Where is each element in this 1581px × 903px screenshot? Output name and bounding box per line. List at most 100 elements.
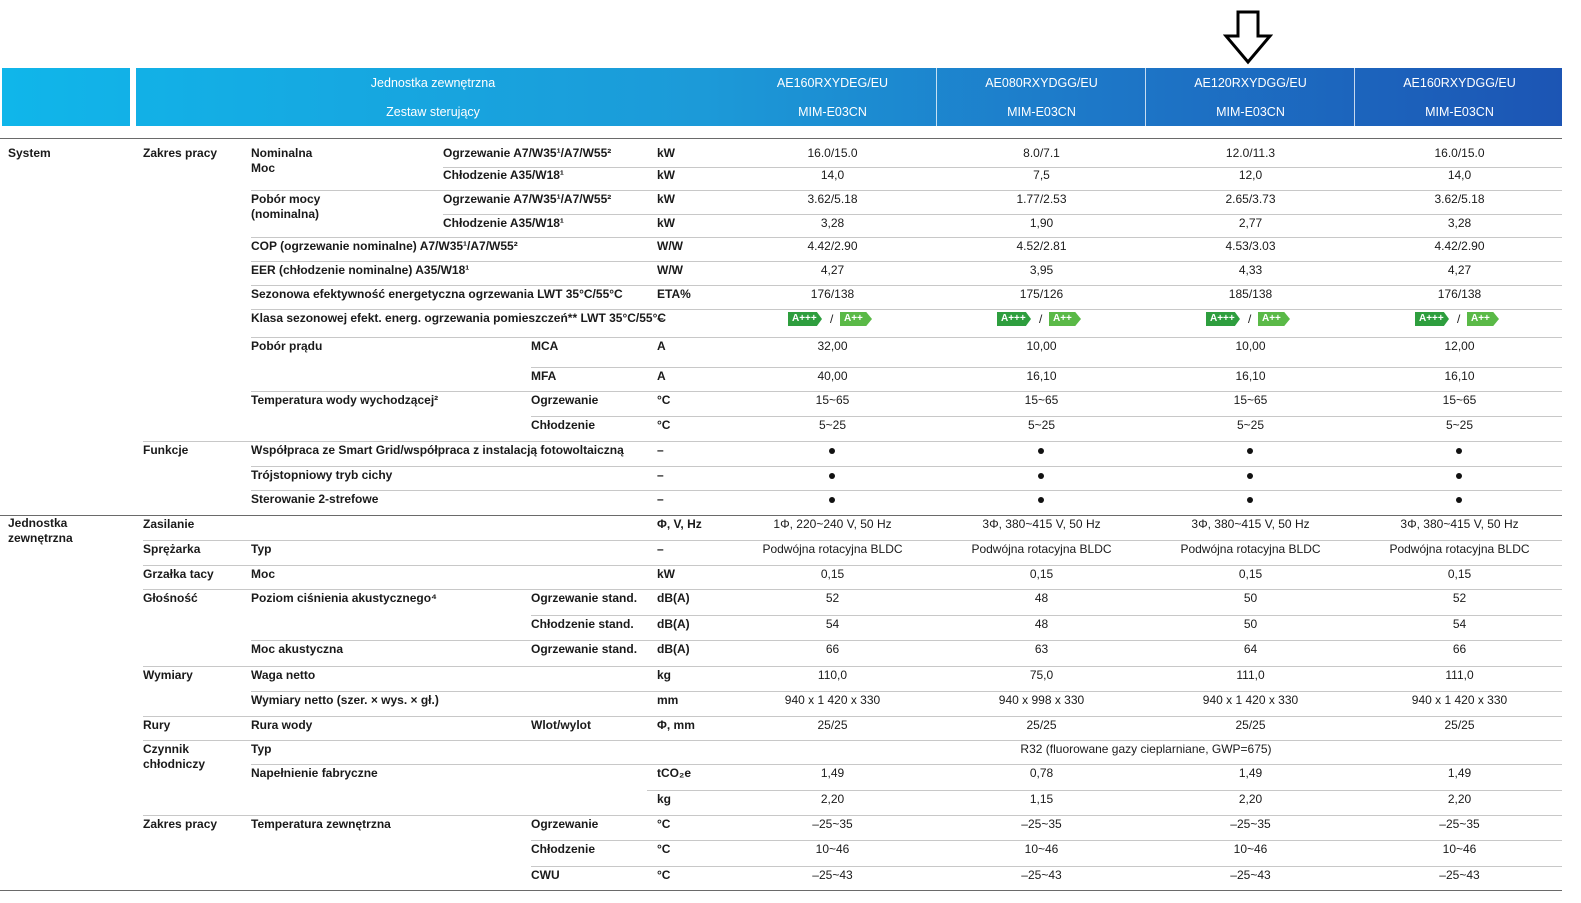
row-divider [531, 367, 1562, 368]
row-c3-label: Poziom ciśnienia akustycznego⁴ [251, 591, 437, 605]
table-cell: 10,00 [1026, 339, 1057, 353]
row-c2-label: Rury [143, 718, 171, 732]
table-cell: 1Φ, 220~240 V, 50 Hz [773, 517, 892, 531]
row-c3-label: Napełnienie fabryczne [251, 766, 378, 780]
row-c2-label: Funkcje [143, 443, 189, 457]
table-cell: 3Φ, 380~415 V, 50 Hz [1191, 517, 1310, 531]
table-cell: 0,78 [1029, 766, 1054, 780]
row-c2-label: Czynnik [143, 742, 190, 756]
row-c3b-label: (nominalna) [251, 207, 319, 221]
row-unit-label: kW [657, 567, 675, 581]
row-c4-label: Chłodzenie A35/W18¹ [443, 168, 564, 182]
table-cell: Podwójna rotacyjna BLDC [1389, 542, 1530, 556]
energy-class-a2-badge: A++ [1258, 312, 1290, 326]
outdoor-unit-label: Jednostka zewnętrzna [370, 76, 496, 90]
table-cell: 1,90 [1029, 216, 1054, 230]
table-cell: 3.62/5.18 [1434, 192, 1485, 206]
row-c3-label: Klasa sezonowej efekt. energ. ogrzewania… [251, 311, 667, 325]
table-cell: 75,0 [1029, 668, 1054, 682]
row-c2-label: Wymiary [143, 668, 193, 682]
row-unit-label: tCO₂e [657, 766, 692, 780]
row-divider [251, 490, 1562, 491]
row-unit-label: A [657, 369, 666, 383]
table-cell: 175/126 [1019, 287, 1064, 301]
table-cell: 7,5 [1033, 168, 1050, 182]
group-system: System [8, 146, 51, 160]
row-c2-label: Sprężarka [143, 542, 201, 556]
row-c3-label: Pobór mocy [251, 192, 321, 206]
table-cell: 4.42/2.90 [807, 239, 858, 253]
table-cell: 2.65/3.73 [1225, 192, 1276, 206]
row-divider [251, 640, 1562, 641]
table-cell: 15~65 [1024, 393, 1059, 407]
row-unit-label: kW [657, 146, 675, 160]
row-divider [143, 716, 1562, 717]
row-divider [251, 285, 1562, 286]
row-unit-label: mm [657, 693, 679, 707]
group-outdoor: Jednostka [8, 516, 68, 530]
bullet-icon [1456, 497, 1462, 503]
row-divider [143, 565, 1562, 566]
table-cell: 176/138 [1437, 287, 1482, 301]
table-cell: Podwójna rotacyjna BLDC [971, 542, 1112, 556]
row-c3-label: Waga netto [251, 668, 316, 682]
row-c5-label: CWU [531, 868, 560, 882]
row-c4-label: Chłodzenie A35/W18¹ [443, 216, 564, 230]
model-unit: AE080RXYDGG/EU [985, 76, 1098, 90]
model-kit: MIM-E03CN [798, 105, 867, 119]
table-cell: 16.0/15.0 [1434, 146, 1485, 160]
table-cell: 14,0 [820, 168, 845, 182]
row-c2-label: Zasilanie [143, 517, 195, 531]
energy-class-a2-badge: A++ [1049, 312, 1081, 326]
row-divider [143, 740, 1562, 741]
row-c3-label: Typ [251, 742, 272, 756]
table-cell: 50 [1243, 617, 1258, 631]
row-c3-label: COP (ogrzewanie nominalne) A7/W35¹/A7/W5… [251, 239, 518, 253]
table-cell: 54 [825, 617, 840, 631]
table-cell: 12,0 [1238, 168, 1263, 182]
row-c3-label: Moc [251, 567, 275, 581]
row-c5-label: Ogrzewanie stand. [531, 642, 638, 656]
row-unit-label: Φ, mm [657, 718, 695, 732]
model-col-1: AE160RXYDEG/EU MIM-E03CN [728, 68, 937, 126]
table-cell: 50 [1243, 591, 1258, 605]
row-divider [0, 515, 1562, 516]
bullet-icon [1456, 448, 1462, 454]
model-kit: MIM-E03CN [1007, 105, 1076, 119]
row-c3-label: Współpraca ze Smart Grid/współpraca z in… [251, 443, 624, 457]
row-c3-label: Sezonowa efektywność energetyczna ogrzew… [251, 287, 623, 301]
table-cell: 32,00 [817, 339, 848, 353]
table-cell: –25~43 [1230, 868, 1271, 882]
table-cell: 52 [825, 591, 840, 605]
row-c5-label: Chłodzenie [531, 418, 596, 432]
row-divider [531, 615, 1562, 616]
row-c5-label: Wlot/wylot [531, 718, 591, 732]
table-cell: 4,27 [1447, 263, 1472, 277]
table-cell: 111,0 [1445, 668, 1474, 682]
table-cell: 16,10 [1026, 369, 1057, 383]
row-c3-label: Rura wody [251, 718, 313, 732]
row-unit-label: kg [657, 792, 672, 806]
table-cell: 52 [1452, 591, 1467, 605]
bullet-icon [829, 448, 835, 454]
table-cell: –25~43 [1021, 868, 1062, 882]
row-divider [143, 666, 1562, 667]
table-cell: 176/138 [810, 287, 855, 301]
row-unit-label: kW [657, 192, 675, 206]
row-divider [251, 391, 1562, 392]
row-unit-label: – [657, 311, 664, 325]
row-unit-label: °C [657, 418, 671, 432]
row-divider [531, 416, 1562, 417]
table-cell: 3,28 [820, 216, 845, 230]
energy-class-a2-badge: A++ [840, 312, 872, 326]
energy-class-a3-badge: A+++ [997, 312, 1031, 326]
row-unit-label: ETA% [657, 287, 691, 301]
table-cell-span: R32 (fluorowane gazy cieplarniane, GWP=6… [1020, 742, 1272, 756]
table-cell: 0,15 [1447, 567, 1472, 581]
table-cell: 8.0/7.1 [1023, 146, 1060, 160]
table-cell: 940 x 998 x 330 [998, 693, 1085, 707]
table-cell: 1,49 [1238, 766, 1263, 780]
row-c5-label: Ogrzewanie stand. [531, 591, 638, 605]
group-outdoor-line2: zewnętrzna [8, 531, 73, 545]
table-cell: 4,33 [1238, 263, 1263, 277]
